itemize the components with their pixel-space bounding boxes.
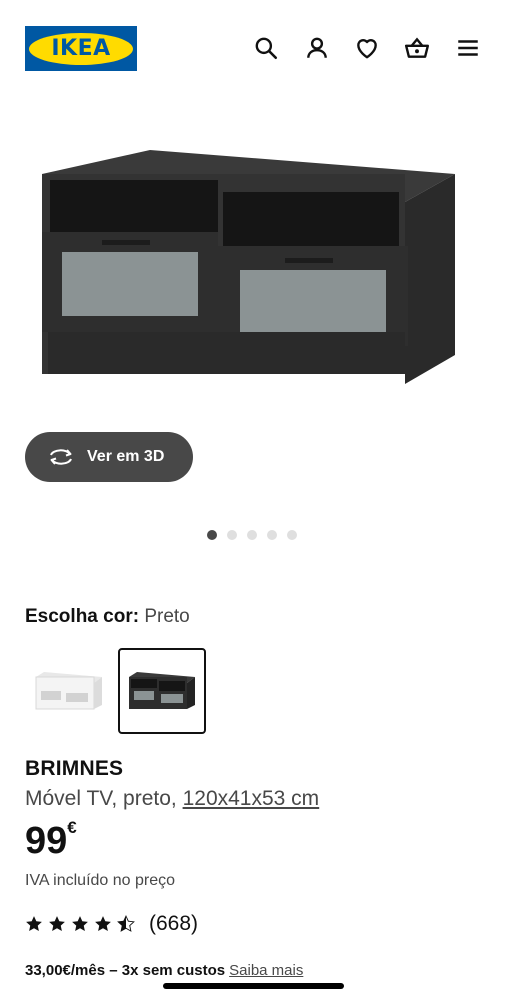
star-full-icon bbox=[95, 916, 111, 932]
search-icon[interactable] bbox=[252, 34, 280, 62]
color-label-key: Escolha cor: bbox=[25, 606, 140, 627]
price-currency: € bbox=[67, 818, 77, 837]
carousel-dots bbox=[207, 530, 297, 540]
black-tv-bench-thumbnail bbox=[129, 672, 195, 709]
financing-info: 33,00€/mês – 3x sem custos Saiba mais bbox=[25, 962, 303, 979]
logo-text: IKEA bbox=[51, 36, 111, 61]
tv-bench-illustration bbox=[42, 150, 455, 384]
rating-stars bbox=[25, 915, 135, 933]
carousel-dot[interactable] bbox=[247, 530, 257, 540]
star-full-icon bbox=[72, 916, 88, 932]
star-full-icon bbox=[26, 916, 42, 932]
home-indicator[interactable] bbox=[163, 983, 344, 989]
review-count: (668) bbox=[149, 912, 199, 935]
star-half-icon bbox=[117, 915, 135, 932]
white-tv-bench-thumbnail bbox=[35, 672, 102, 710]
product-price: 99€ bbox=[25, 818, 77, 863]
color-swatch-black[interactable] bbox=[118, 648, 206, 734]
ikea-logo[interactable]: IKEA bbox=[25, 26, 137, 71]
basket-icon[interactable] bbox=[403, 34, 431, 62]
menu-icon[interactable] bbox=[454, 34, 482, 62]
product-measurements-link[interactable]: 120x41x53 cm bbox=[183, 787, 320, 810]
carousel-dot[interactable] bbox=[227, 530, 237, 540]
color-chooser-label: Escolha cor: Preto bbox=[25, 606, 190, 628]
financing-learn-more-link[interactable]: Saiba mais bbox=[229, 962, 303, 979]
carousel-dot[interactable] bbox=[287, 530, 297, 540]
product-image[interactable] bbox=[30, 140, 476, 405]
logo-oval: IKEA bbox=[29, 32, 133, 65]
financing-text: 33,00€/mês – 3x sem custos bbox=[25, 962, 226, 979]
color-swatch-white[interactable] bbox=[25, 648, 113, 734]
product-description: Móvel TV, preto, 120x41x53 cm bbox=[25, 787, 319, 811]
product-name: BRIMNES bbox=[25, 757, 124, 780]
rotate-3d-icon bbox=[50, 449, 72, 465]
color-selected-value: Preto bbox=[144, 606, 190, 627]
vat-note: IVA incluído no preço bbox=[25, 872, 176, 889]
view-3d-label: Ver em 3D bbox=[87, 448, 165, 465]
view-3d-button[interactable]: Ver em 3D bbox=[25, 432, 193, 482]
carousel-dot[interactable] bbox=[267, 530, 277, 540]
heart-icon[interactable] bbox=[353, 34, 381, 62]
header: IKEA bbox=[0, 0, 506, 96]
price-value: 99 bbox=[25, 820, 68, 862]
product-type: Móvel TV, preto, bbox=[25, 787, 177, 810]
product-rating[interactable]: (668) bbox=[25, 912, 198, 936]
carousel-dot[interactable] bbox=[207, 530, 217, 540]
user-icon[interactable] bbox=[303, 34, 331, 62]
star-full-icon bbox=[49, 916, 65, 932]
